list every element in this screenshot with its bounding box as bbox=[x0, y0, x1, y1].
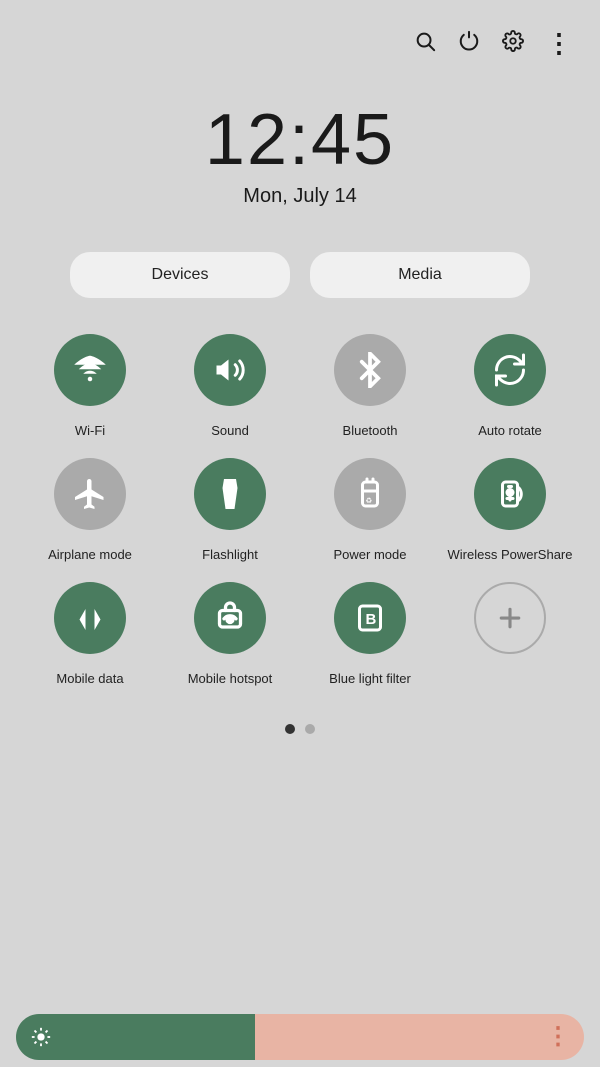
search-icon[interactable] bbox=[414, 30, 436, 58]
wireless-label: Wireless PowerShare bbox=[448, 538, 573, 572]
tile-sound[interactable]: Sound bbox=[160, 334, 300, 448]
powermode-icon-circle: ♻ bbox=[334, 458, 406, 530]
media-button[interactable]: Media bbox=[310, 252, 530, 298]
autorotate-icon-circle bbox=[474, 334, 546, 406]
tile-add[interactable] bbox=[440, 582, 580, 696]
flashlight-label: Flashlight bbox=[202, 538, 258, 572]
mobiledata-icon-circle bbox=[54, 582, 126, 654]
airplane-icon-circle bbox=[54, 458, 126, 530]
settings-icon[interactable] bbox=[502, 30, 524, 58]
hotspot-icon-circle bbox=[194, 582, 266, 654]
quick-buttons-row: Devices Media bbox=[0, 252, 600, 298]
tile-hotspot[interactable]: Mobile hotspot bbox=[160, 582, 300, 696]
wifi-icon-circle bbox=[54, 334, 126, 406]
tile-bluetooth[interactable]: Bluetooth bbox=[300, 334, 440, 448]
airplane-label: Airplane mode bbox=[48, 538, 132, 572]
brightness-sun-icon bbox=[30, 1026, 52, 1048]
tile-flashlight[interactable]: Flashlight bbox=[160, 458, 300, 572]
svg-text:♻: ♻ bbox=[366, 496, 373, 505]
flashlight-icon-circle bbox=[194, 458, 266, 530]
tile-powermode[interactable]: ♻ Power mode bbox=[300, 458, 440, 572]
wireless-icon-circle bbox=[474, 458, 546, 530]
clock-time: 12:45 bbox=[205, 99, 395, 181]
sound-icon-circle bbox=[194, 334, 266, 406]
tile-bluelight[interactable]: B Blue light filter bbox=[300, 582, 440, 696]
tile-mobiledata[interactable]: Mobile data bbox=[20, 582, 160, 696]
brightness-left[interactable] bbox=[16, 1014, 255, 1060]
hotspot-label: Mobile hotspot bbox=[188, 662, 273, 696]
quick-settings-grid: Wi-Fi Sound Bluetooth bbox=[0, 334, 600, 696]
add-icon-circle bbox=[474, 582, 546, 654]
devices-button[interactable]: Devices bbox=[70, 252, 290, 298]
bluelight-icon-circle: B bbox=[334, 582, 406, 654]
sound-label: Sound bbox=[211, 414, 249, 448]
tile-wireless[interactable]: Wireless PowerShare bbox=[440, 458, 580, 572]
bluetooth-icon-circle bbox=[334, 334, 406, 406]
powermode-label: Power mode bbox=[334, 538, 407, 572]
more-icon[interactable]: ⋮ bbox=[546, 28, 572, 59]
brightness-more-icon: ⋮ bbox=[546, 1025, 570, 1049]
power-icon[interactable] bbox=[458, 30, 480, 58]
clock-date: Mon, July 14 bbox=[243, 185, 356, 208]
bluelight-label: Blue light filter bbox=[329, 662, 411, 696]
bluetooth-label: Bluetooth bbox=[343, 414, 398, 448]
wifi-label: Wi-Fi bbox=[75, 414, 105, 448]
pagination-dots bbox=[0, 724, 600, 734]
tile-airplane[interactable]: Airplane mode bbox=[20, 458, 160, 572]
dot-2 bbox=[305, 724, 315, 734]
autorotate-label: Auto rotate bbox=[478, 414, 542, 448]
top-icons-bar: ⋮ bbox=[0, 0, 600, 59]
dot-1 bbox=[285, 724, 295, 734]
brightness-right[interactable]: ⋮ bbox=[255, 1014, 584, 1060]
mobiledata-label: Mobile data bbox=[56, 662, 123, 696]
svg-text:B: B bbox=[366, 611, 377, 628]
tile-wifi[interactable]: Wi-Fi bbox=[20, 334, 160, 448]
clock-section: 12:45 Mon, July 14 bbox=[0, 99, 600, 208]
tile-autorotate[interactable]: Auto rotate bbox=[440, 334, 580, 448]
